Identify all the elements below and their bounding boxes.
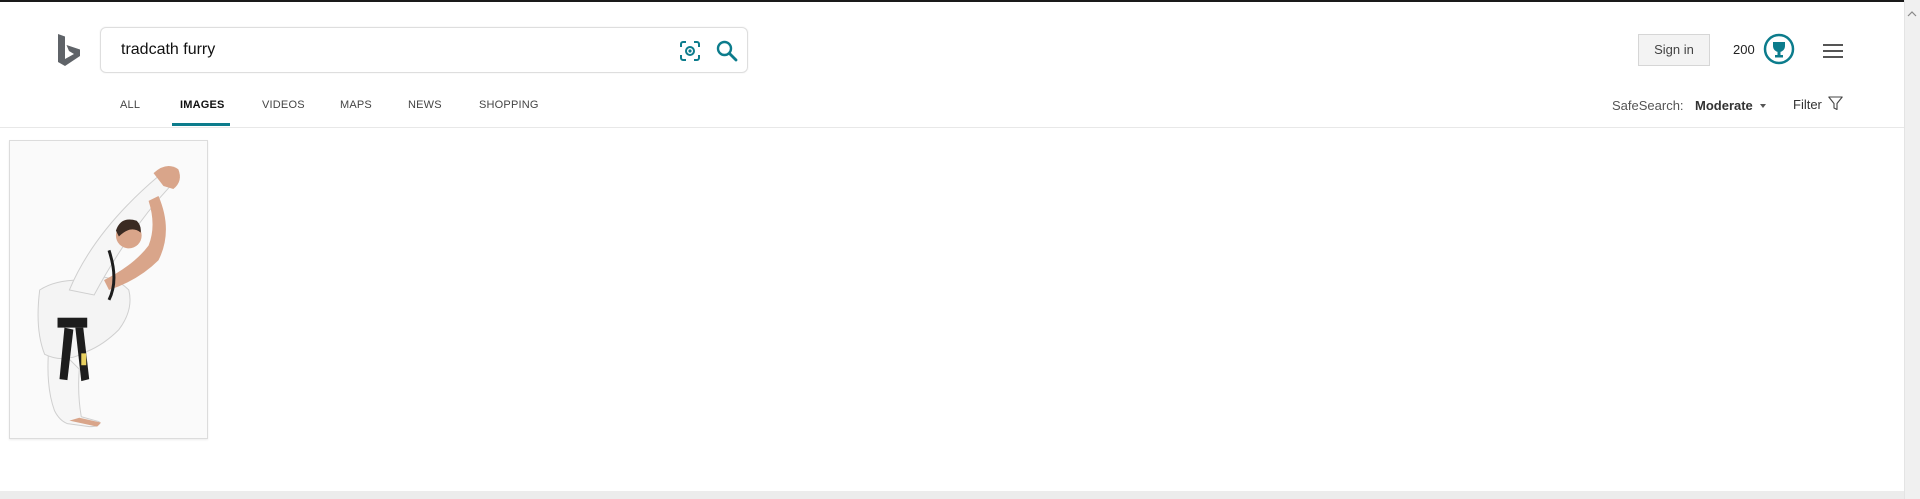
active-tab-indicator	[172, 123, 230, 126]
scroll-up-arrow-icon[interactable]	[1907, 10, 1917, 18]
rewards-trophy-icon[interactable]	[1763, 33, 1795, 65]
martial-artist-kick-image	[10, 141, 207, 438]
filter-funnel-icon[interactable]	[1828, 96, 1843, 111]
horizontal-scrollbar[interactable]	[0, 491, 1904, 499]
tab-maps[interactable]: MAPS	[340, 99, 372, 111]
tab-videos[interactable]: VIDEOS	[262, 99, 305, 111]
window-top-border	[0, 0, 1920, 2]
filter-button[interactable]: Filter	[1793, 97, 1822, 112]
image-result-thumbnail[interactable]	[9, 140, 208, 439]
tab-news[interactable]: NEWS	[408, 99, 442, 111]
sign-in-button[interactable]: Sign in	[1638, 34, 1710, 66]
bing-logo[interactable]	[56, 34, 82, 68]
hamburger-menu-icon[interactable]	[1822, 42, 1844, 60]
search-icon[interactable]	[715, 39, 739, 63]
search-box	[100, 27, 748, 73]
tab-all[interactable]: ALL	[120, 99, 140, 111]
search-input[interactable]	[121, 28, 641, 72]
safesearch-dropdown[interactable]: Moderate	[1695, 98, 1753, 113]
tabs-divider	[0, 127, 1904, 128]
tab-shopping[interactable]: SHOPPING	[479, 99, 539, 111]
vertical-scrollbar[interactable]	[1904, 0, 1920, 499]
tab-images[interactable]: IMAGES	[180, 99, 225, 111]
visual-search-icon[interactable]	[679, 40, 701, 62]
safesearch-label: SafeSearch:	[1612, 98, 1684, 113]
chevron-down-icon[interactable]	[1760, 104, 1766, 108]
rewards-count[interactable]: 200	[1733, 42, 1755, 57]
